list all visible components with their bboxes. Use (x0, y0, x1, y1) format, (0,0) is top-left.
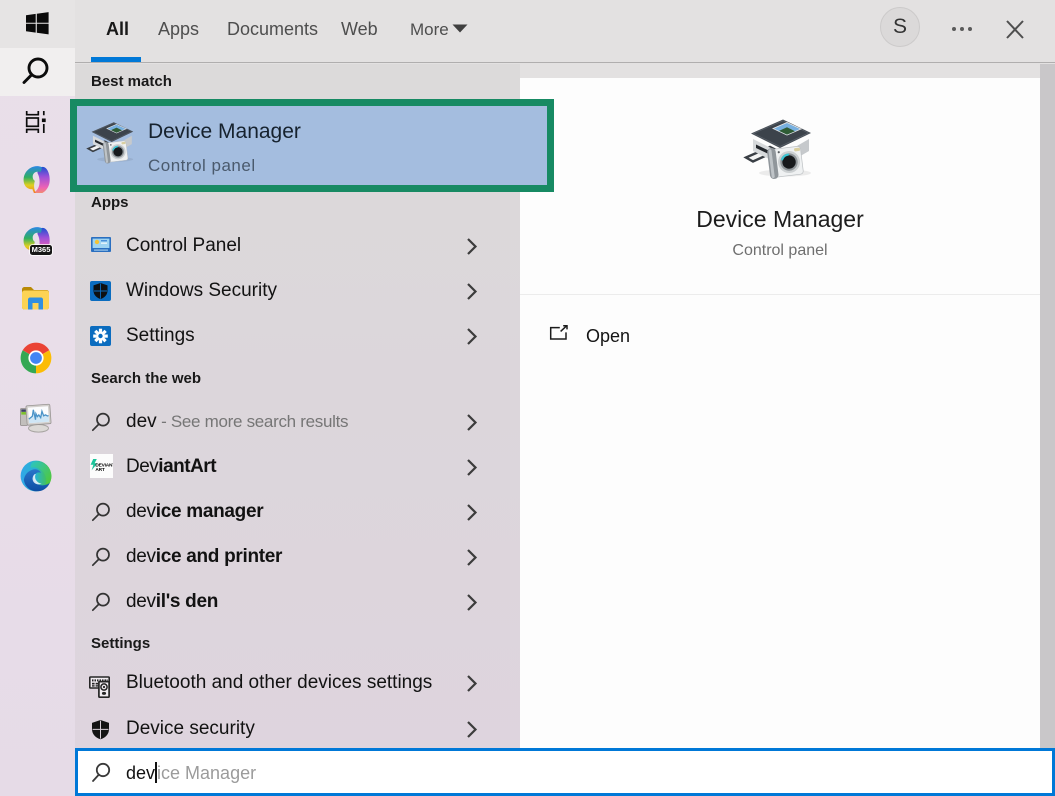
svg-text:ART: ART (95, 467, 105, 473)
